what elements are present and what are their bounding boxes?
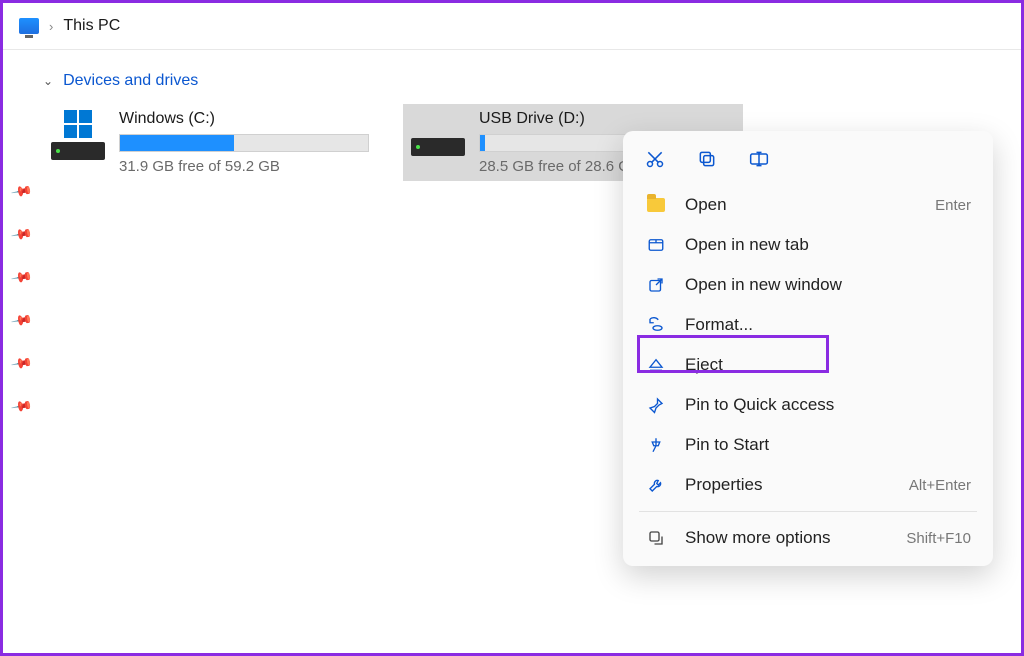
chevron-right-icon: ›: [49, 19, 53, 34]
breadcrumb: › This PC: [3, 3, 1021, 50]
menu-open[interactable]: Open Enter: [629, 185, 987, 225]
menu-eject[interactable]: Eject: [629, 345, 987, 385]
menu-label: Pin to Quick access: [685, 395, 971, 415]
menu-label: Pin to Start: [685, 435, 971, 455]
pin-icon[interactable]: 📌: [10, 309, 34, 333]
menu-format[interactable]: Format...: [629, 305, 987, 345]
cut-icon[interactable]: [643, 147, 667, 171]
menu-open-new-window[interactable]: Open in new window: [629, 265, 987, 305]
menu-shortcut: Shift+F10: [906, 530, 971, 547]
this-pc-icon: [19, 18, 39, 34]
pin-icon[interactable]: 📌: [10, 266, 34, 290]
pin-icon[interactable]: 📌: [10, 395, 34, 419]
drive-name: Windows (C:): [119, 110, 377, 128]
drive-name: USB Drive (D:): [479, 110, 737, 128]
menu-open-new-tab[interactable]: Open in new tab: [629, 225, 987, 265]
hdd-icon: [411, 138, 465, 156]
rename-icon[interactable]: [747, 147, 771, 171]
pin-icon[interactable]: 📌: [10, 180, 34, 204]
more-options-icon: [645, 529, 667, 547]
section-devices-drives[interactable]: ⌄ Devices and drives: [43, 72, 993, 90]
menu-properties[interactable]: Properties Alt+Enter: [629, 465, 987, 505]
menu-label: Eject: [685, 355, 971, 375]
usage-fill: [120, 135, 234, 151]
menu-shortcut: Enter: [935, 197, 971, 214]
context-menu: Open Enter Open in new tab Open in new w…: [623, 131, 993, 566]
menu-pin-start[interactable]: Pin to Start: [629, 425, 987, 465]
external-window-icon: [645, 276, 667, 294]
drive-item-c[interactable]: Windows (C:) 31.9 GB free of 59.2 GB: [43, 104, 383, 181]
usage-text: 31.9 GB free of 59.2 GB: [119, 158, 377, 175]
windows-icon: [64, 110, 92, 138]
tab-icon: [645, 236, 667, 254]
usage-bar: [119, 134, 369, 152]
menu-label: Show more options: [685, 528, 888, 548]
usage-fill: [480, 135, 485, 151]
wrench-icon: [645, 476, 667, 494]
menu-label: Open: [685, 195, 917, 215]
pin-icon[interactable]: 📌: [10, 223, 34, 247]
menu-label: Format...: [685, 315, 971, 335]
menu-show-more[interactable]: Show more options Shift+F10: [629, 518, 987, 558]
format-icon: [645, 316, 667, 334]
menu-label: Open in new window: [685, 275, 971, 295]
hdd-icon: [51, 142, 105, 160]
context-toolbar: [629, 139, 987, 185]
copy-icon[interactable]: [695, 147, 719, 171]
drive-icon: [409, 110, 467, 156]
pin-icon[interactable]: 📌: [10, 352, 34, 376]
pin-icon: [645, 396, 667, 414]
menu-label: Properties: [685, 475, 891, 495]
section-title: Devices and drives: [63, 72, 198, 90]
quick-access-pins: 📌 📌 📌 📌 📌 📌: [3, 183, 30, 415]
menu-label: Open in new tab: [685, 235, 971, 255]
chevron-down-icon: ⌄: [43, 74, 53, 88]
folder-icon: [645, 198, 667, 212]
pin-start-icon: [645, 436, 667, 454]
menu-pin-quick-access[interactable]: Pin to Quick access: [629, 385, 987, 425]
menu-shortcut: Alt+Enter: [909, 477, 971, 494]
breadcrumb-location[interactable]: This PC: [63, 17, 120, 35]
menu-separator: [639, 511, 977, 512]
eject-icon: [645, 356, 667, 374]
drive-icon: [49, 110, 107, 160]
